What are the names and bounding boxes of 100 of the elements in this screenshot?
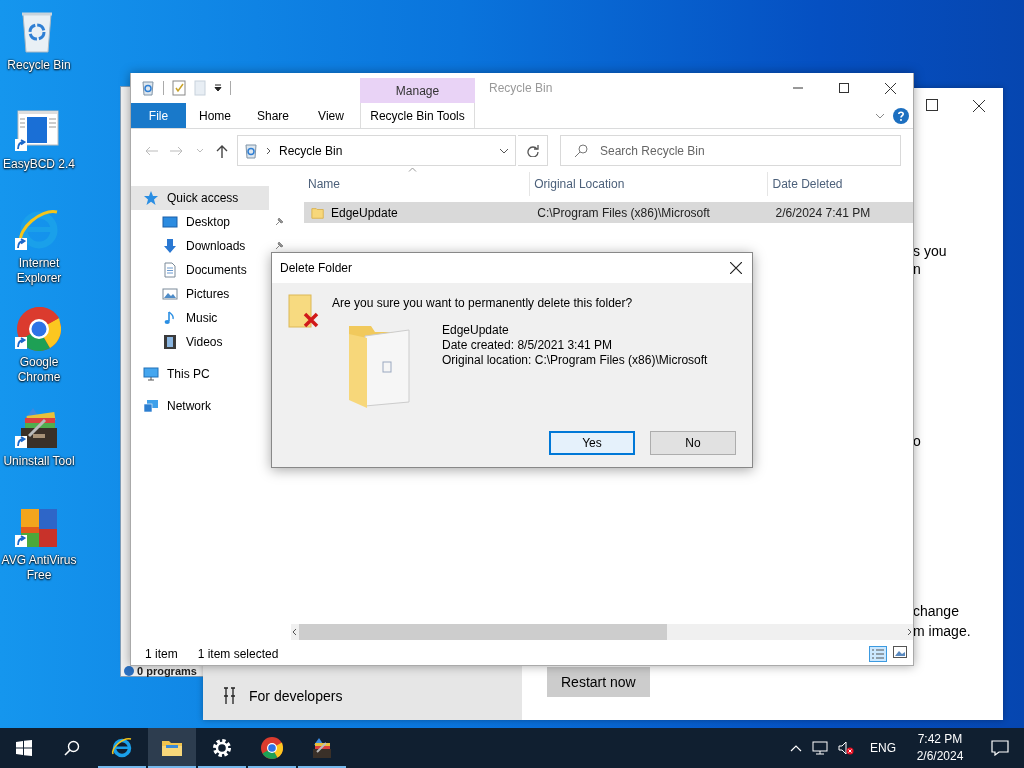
document-icon — [162, 262, 178, 278]
maximize-icon[interactable] — [839, 83, 849, 93]
item-detail: Original location: C:\Program Files (x86)\Microsoft — [442, 353, 708, 368]
ribbon-tab[interactable]: Home — [186, 103, 244, 128]
nav-item-label: Downloads — [186, 239, 246, 253]
help-icon[interactable] — [893, 107, 909, 124]
text-fragment: o — [913, 432, 922, 450]
recycle-bin-icon — [141, 80, 155, 96]
address-bar[interactable]: Recycle Bin — [237, 135, 516, 166]
nav-item[interactable]: Documents — [131, 258, 269, 282]
selection-count: 1 item selected — [197, 647, 279, 661]
scroll-right-icon — [907, 628, 913, 636]
monitor-icon — [143, 366, 159, 382]
horizontal-scrollbar[interactable] — [291, 624, 913, 640]
chevron-up-icon[interactable] — [790, 744, 802, 752]
nav-item[interactable]: This PC — [131, 362, 269, 386]
chrome-icon — [260, 736, 284, 760]
text-fragment: m image. — [913, 622, 972, 640]
download-arrow-icon — [162, 238, 178, 254]
up-arrow-icon[interactable] — [216, 143, 228, 158]
delete-folder-icon — [288, 294, 320, 330]
column-header[interactable]: Original Location — [530, 172, 769, 196]
chevron-right-icon — [266, 146, 271, 155]
scroll-left-icon — [291, 628, 297, 636]
text-fragment: n — [913, 260, 922, 278]
column-header[interactable]: Date Deleted — [768, 172, 913, 196]
table-cell-text: 2/6/2024 7:41 PM — [774, 205, 872, 220]
chevron-down-icon[interactable] — [499, 147, 509, 154]
volume-muted-icon[interactable] — [838, 741, 854, 755]
file-tab[interactable]: File — [131, 103, 186, 128]
close-icon[interactable] — [884, 82, 896, 94]
desktop-icon — [162, 214, 178, 230]
search-field[interactable]: Search Recycle Bin — [560, 135, 901, 166]
network-icon[interactable] — [812, 741, 828, 755]
nav-item-label: Documents — [186, 263, 247, 277]
clock[interactable]: 7:42 PM 2/6/2024 — [904, 728, 976, 768]
language-indicator[interactable]: ENG — [870, 741, 896, 755]
maximize-icon — [926, 99, 938, 111]
nav-item[interactable]: Desktop — [131, 210, 269, 234]
recycle-bin-icon — [244, 142, 258, 159]
chevron-down-icon[interactable] — [875, 112, 885, 119]
refresh-button[interactable] — [518, 135, 548, 166]
nav-item[interactable]: Downloads — [131, 234, 269, 258]
ribbon-tab[interactable]: View — [302, 103, 360, 128]
nav-item[interactable]: Music — [131, 306, 269, 330]
taskbar-app[interactable] — [148, 728, 196, 768]
nav-item-label: Videos — [186, 335, 223, 349]
nav-item-label: Music — [186, 311, 218, 325]
clock-time: 7:42 PM — [917, 731, 963, 748]
info-icon — [124, 666, 134, 676]
nav-item[interactable]: Videos — [131, 330, 269, 354]
nav-item-label: Network — [167, 399, 211, 413]
sidebar-item-label: For developers — [249, 688, 343, 704]
pin-icon[interactable] — [274, 217, 284, 227]
large-icons-view-icon[interactable] — [893, 646, 907, 658]
network-icon — [143, 398, 159, 414]
nav-item-label: Quick access — [167, 191, 239, 205]
restart-button[interactable]: Restart now — [547, 667, 650, 697]
text-fragment: s you — [913, 242, 948, 260]
drawer-cabinet-icon — [310, 736, 334, 760]
dropdown-icon[interactable] — [214, 84, 222, 92]
nav-item[interactable]: Pictures — [131, 282, 269, 306]
search-icon — [64, 740, 80, 756]
dialog-button[interactable]: No — [650, 431, 736, 455]
ie-icon — [110, 736, 134, 760]
table-cell: EdgeUpdate — [331, 205, 398, 220]
item-detail: EdgeUpdate — [442, 323, 510, 338]
nav-item[interactable]: Quick access — [131, 186, 269, 210]
clock-date: 2/6/2024 — [916, 748, 964, 765]
window-title: Recycle Bin — [488, 80, 554, 97]
nav-item-label: Desktop — [186, 215, 231, 229]
address-text: Recycle Bin — [279, 143, 344, 158]
notification-icon — [991, 740, 1009, 756]
gear-icon — [210, 736, 234, 760]
dialog-button[interactable]: Yes — [549, 431, 635, 455]
ribbon-tab[interactable]: Share — [244, 103, 302, 128]
nav-item-label: Pictures — [186, 287, 230, 301]
refresh-icon — [526, 144, 539, 157]
nav-item-label: This PC — [167, 367, 210, 381]
nav-item[interactable]: Network — [131, 394, 269, 418]
table-cell-text: C:\Program Files (x86)\Microsoft — [536, 205, 711, 220]
close-icon — [972, 99, 986, 113]
item-count: 1 item — [145, 647, 178, 661]
close-icon[interactable] — [730, 262, 742, 274]
picture-icon — [162, 286, 178, 302]
windows-logo-icon — [16, 740, 32, 756]
text-fragment: change — [913, 602, 960, 620]
pin-icon[interactable] — [274, 241, 284, 251]
column-header[interactable]: Name — [304, 172, 531, 196]
dialog-message: Are you sure you want to permanently delete this folder? — [332, 296, 633, 310]
file-row[interactable]: EdgeUpdate C:\Program Files (x86)\Microsoft 2/6/2024 7:41 PM — [304, 202, 913, 223]
star-icon — [143, 190, 159, 206]
context-tab[interactable]: Manage — [360, 78, 475, 103]
film-strip-icon — [162, 334, 178, 350]
tools-icon — [223, 687, 237, 705]
program-count: 0 programs — [137, 666, 197, 676]
sidebar-item[interactable]: For developers — [203, 672, 522, 720]
folder-icon — [311, 205, 325, 220]
item-detail: Date created: 8/5/2021 3:41 PM — [442, 338, 614, 353]
dialog-title: Delete Folder — [280, 261, 353, 275]
